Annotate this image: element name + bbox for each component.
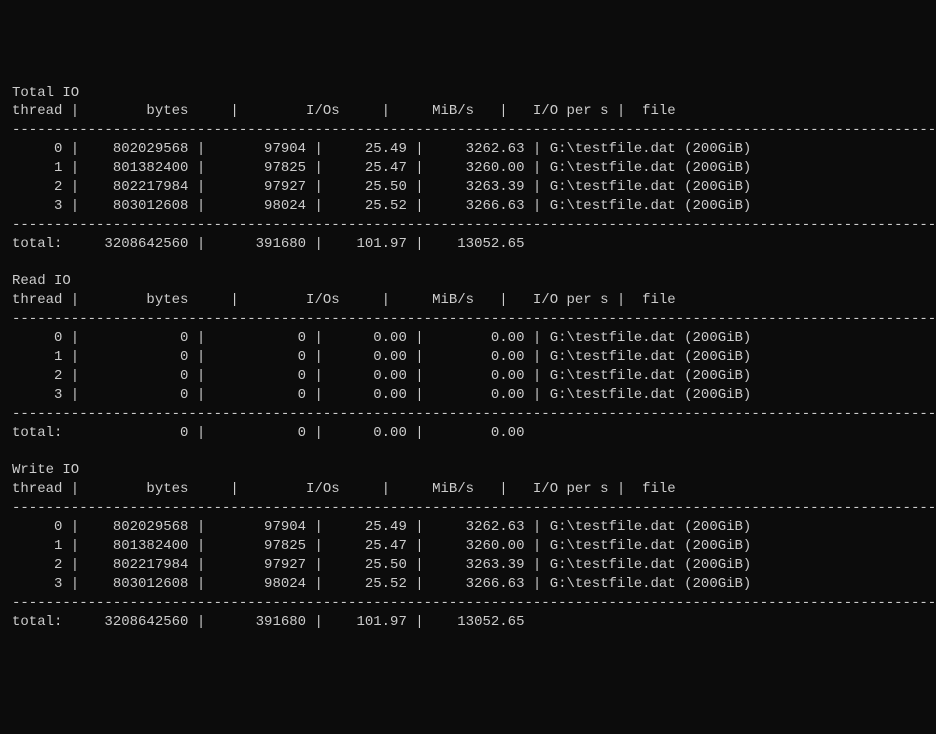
terminal-output: Total IO thread | bytes | I/Os | MiB/s |…	[12, 84, 924, 632]
